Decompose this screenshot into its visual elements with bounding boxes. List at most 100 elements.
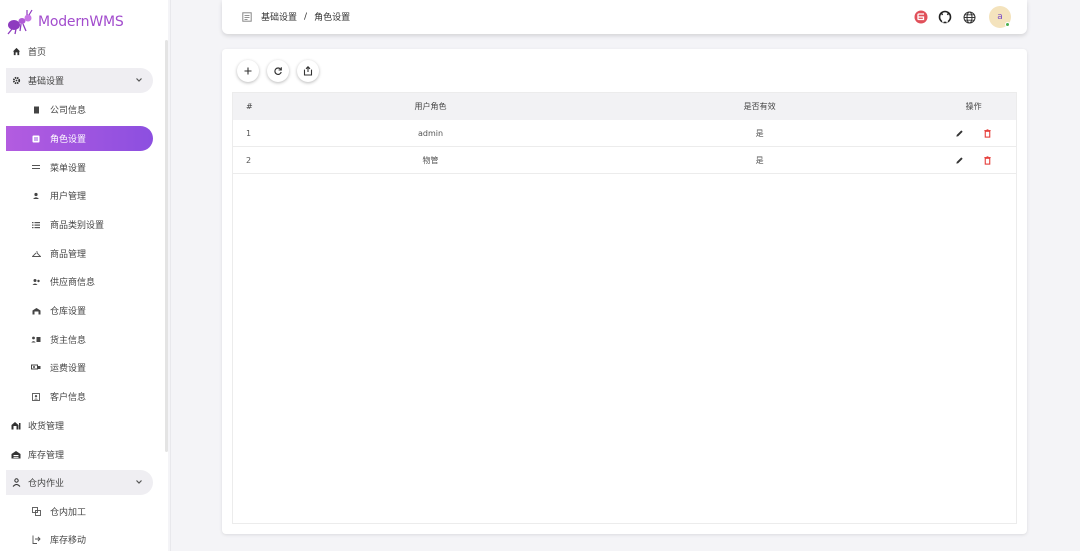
breadcrumb-item[interactable]: 基础设置	[261, 10, 297, 23]
add-button[interactable]	[237, 60, 259, 82]
sidebar-item-user-management[interactable]: 用户管理	[6, 183, 153, 208]
app-title: ModernWMS	[38, 14, 124, 30]
breadcrumb-item-current: 角色设置	[314, 13, 351, 23]
roles-table: # 用户角色 是否有效 操作 1 admin 是 2 物管 是	[232, 92, 1017, 524]
sidebar-item-label: 库存管理	[28, 451, 65, 461]
sidebar-item-warehouse-settings[interactable]: 仓库设置	[6, 298, 153, 323]
sidebar-item-company-info[interactable]: 公司信息	[6, 97, 153, 122]
receiving-icon	[8, 421, 24, 430]
list-icon	[28, 221, 44, 229]
sidebar-item-label: 仓内加工	[50, 508, 87, 518]
sidebar-item-label: 收货管理	[28, 422, 65, 432]
customer-icon	[28, 392, 44, 401]
sidebar-item-stock-move[interactable]: 库存移动	[6, 527, 153, 551]
gear-icon	[8, 76, 24, 85]
breadcrumb-page-icon	[242, 11, 252, 22]
sidebar-item-label: 公司信息	[50, 106, 87, 116]
cell-index: 2	[246, 155, 252, 165]
delete-button[interactable]	[981, 126, 995, 140]
online-status-dot	[1005, 22, 1010, 27]
processing-icon	[28, 507, 44, 516]
refresh-button[interactable]	[267, 60, 289, 82]
header-actions: a	[905, 6, 1011, 28]
gitee-icon[interactable]	[913, 9, 929, 25]
sidebar-item-receiving-management[interactable]: 收货管理	[6, 413, 153, 438]
sidebar-item-label: 角色设置	[50, 135, 87, 145]
sidebar-item-label: 仓库设置	[50, 307, 87, 317]
cell-valid: 是	[755, 128, 764, 138]
sidebar-item-category-settings[interactable]: 商品类别设置	[6, 212, 153, 237]
sidebar-item-label: 商品类别设置	[50, 221, 105, 231]
person-icon	[28, 192, 44, 200]
column-header-index[interactable]: #	[233, 102, 273, 111]
breadcrumb: 基础设置 / 角色设置	[242, 10, 350, 23]
sidebar-item-label: 运费设置	[50, 364, 87, 374]
sidebar-divider	[170, 0, 171, 551]
sidebar-item-warehouse-processing[interactable]: 仓内加工	[6, 499, 153, 524]
menu-lines-icon	[28, 164, 44, 171]
sidebar-item-label: 货主信息	[50, 336, 87, 346]
sidebar-item-menu-settings[interactable]: 菜单设置	[6, 155, 153, 180]
edit-button[interactable]	[953, 126, 967, 140]
sidebar-item-label: 用户管理	[50, 192, 87, 202]
sidebar-item-label: 客户信息	[50, 393, 87, 403]
worker-icon	[8, 478, 24, 487]
edit-button[interactable]	[953, 153, 967, 167]
sidebar-item-stock-management[interactable]: 库存管理	[6, 442, 153, 467]
sidebar-item-supplier-info[interactable]: 供应商信息	[6, 269, 153, 294]
table-row[interactable]: 1 admin 是	[233, 120, 1016, 147]
freight-icon	[28, 364, 44, 371]
cell-index: 1	[246, 128, 252, 138]
breadcrumb-separator: /	[304, 11, 308, 22]
cell-role: admin	[417, 128, 444, 138]
warehouse-icon	[28, 307, 44, 315]
column-header-actions: 操作	[965, 102, 982, 111]
pencil-icon	[956, 156, 963, 164]
row-actions	[931, 153, 1016, 167]
sidebar-item-label: 首页	[28, 48, 47, 58]
delete-button[interactable]	[981, 153, 995, 167]
people-icon	[28, 278, 44, 286]
sidebar-item-home[interactable]: 首页	[6, 39, 153, 64]
sidebar-item-label: 基础设置	[28, 77, 65, 87]
app-logo[interactable]: ModernWMS	[6, 8, 124, 36]
ant-logo-icon	[7, 9, 33, 35]
sidebar-item-owner-info[interactable]: 货主信息	[6, 327, 153, 352]
add-icon	[244, 67, 252, 75]
github-icon[interactable]	[937, 9, 953, 25]
contact-card-icon	[28, 336, 44, 343]
row-actions	[931, 126, 1016, 140]
column-header-valid[interactable]: 是否有效	[588, 101, 931, 112]
avatar-letter: a	[997, 12, 1003, 22]
sidebar-item-warehouse-operations[interactable]: 仓内作业	[6, 470, 153, 495]
refresh-icon	[274, 67, 282, 76]
sidebar-item-freight-settings[interactable]: 运费设置	[6, 355, 153, 380]
table-row[interactable]: 2 物管 是	[233, 147, 1016, 174]
sidebar-item-label: 仓内作业	[28, 479, 65, 489]
sidebar-item-label: 商品管理	[50, 250, 87, 260]
cell-valid: 是	[755, 155, 764, 165]
sidebar: ModernWMS 首页 基础设置 公司信息 角色设置 菜单设置 用户管理 商品…	[0, 0, 168, 551]
sidebar-item-customer-info[interactable]: 客户信息	[6, 384, 153, 409]
sidebar-item-label: 菜单设置	[50, 164, 87, 174]
id-card-icon	[28, 135, 44, 143]
table-header: # 用户角色 是否有效 操作	[233, 93, 1016, 120]
pencil-icon	[956, 129, 963, 137]
column-header-role[interactable]: 用户角色	[273, 101, 588, 112]
sidebar-item-role-settings[interactable]: 角色设置	[6, 126, 153, 151]
trash-icon	[984, 128, 991, 138]
export-button[interactable]	[297, 60, 319, 82]
avatar[interactable]: a	[989, 6, 1011, 28]
hanger-icon	[28, 250, 44, 258]
chevron-down-icon	[136, 78, 142, 82]
sidebar-item-product-management[interactable]: 商品管理	[6, 241, 153, 266]
document-icon	[28, 106, 44, 114]
content-card: # 用户角色 是否有效 操作 1 admin 是 2 物管 是	[222, 49, 1027, 534]
sidebar-scrollbar[interactable]	[165, 40, 168, 452]
move-icon	[28, 535, 44, 544]
cell-role: 物管	[422, 155, 439, 165]
globe-icon[interactable]	[961, 9, 977, 25]
stock-icon	[8, 450, 24, 459]
sidebar-item-basic-settings[interactable]: 基础设置	[6, 68, 153, 93]
home-icon	[8, 47, 24, 56]
